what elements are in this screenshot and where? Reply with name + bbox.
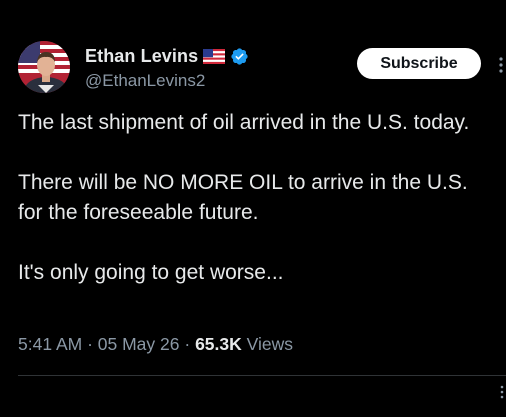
avatar[interactable] [18, 41, 70, 93]
tweet-paragraph: The last shipment of oil arrived in the … [18, 111, 470, 134]
tweet-card: Ethan Levins @EthanLevins2 Subscribe The… [0, 0, 506, 417]
display-name[interactable]: Ethan Levins [85, 46, 198, 67]
tweet-text: The last shipment of oil arrived in the … [18, 108, 498, 288]
us-flag-icon [203, 48, 226, 64]
more-options-icon[interactable] [496, 55, 506, 75]
tweet-paragraph: It's only going to get worse... [18, 261, 284, 284]
views-label: Views [241, 334, 293, 354]
divider [18, 375, 506, 376]
author-handle[interactable]: @EthanLevins2 [85, 71, 205, 91]
tweet-time[interactable]: 5:41 AM [18, 334, 82, 354]
verified-badge-icon[interactable] [230, 47, 249, 66]
meta-separator: · [82, 334, 98, 354]
views-count[interactable]: 65.3K [195, 334, 242, 354]
tweet-meta: 5:41 AM · 05 May 26 · 65.3K Views [18, 334, 293, 355]
subscribe-button[interactable]: Subscribe [357, 48, 481, 79]
meta-separator: · [179, 334, 196, 354]
author-name-row[interactable]: Ethan Levins [85, 45, 249, 67]
tweet-paragraph: There will be NO MORE OIL to arrive in t… [18, 171, 468, 224]
tweet-date[interactable]: 05 May 26 [98, 334, 180, 354]
more-options-icon[interactable] [498, 385, 506, 399]
